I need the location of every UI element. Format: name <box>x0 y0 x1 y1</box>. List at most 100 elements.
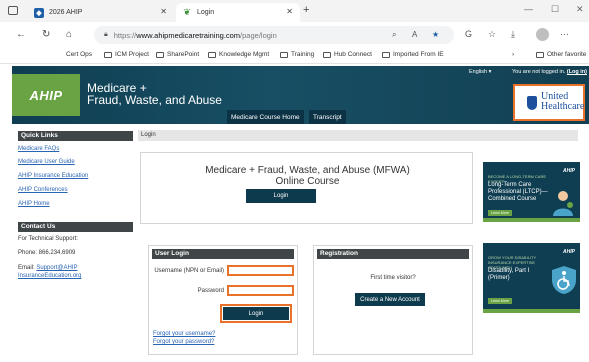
nav-medicare-course-home[interactable]: Medicare Course Home <box>227 110 304 124</box>
more-menu-icon[interactable]: ··· <box>560 29 569 39</box>
ad-disability-course[interactable]: AHIP GROW YOUR DISABILITY INSURANCE EXPE… <box>483 243 580 313</box>
united-healthcare-logo: United Healthcare <box>513 84 585 121</box>
browser-tab-strip: ◆ 2026 AHIP ✕ ❦ Login ✕ + — ☐ ✕ <box>0 0 589 22</box>
user-login-heading: User Login <box>152 249 294 259</box>
tab-2026-ahip[interactable]: ◆ 2026 AHIP ✕ <box>28 3 174 22</box>
tab-title: 2026 AHIP <box>49 9 83 16</box>
ad-headline: Long-Term Care Professional (LTCP)— Comb… <box>488 182 548 202</box>
forgot-username-link[interactable]: Forgot your username? <box>153 331 215 337</box>
close-tab-icon[interactable]: ✕ <box>160 7 167 16</box>
site-header: English ▾ You are not logged in. (Log in… <box>12 66 589 124</box>
course-title: Medicare + Fraud, Waste, and Abuse (MFWA… <box>205 165 410 187</box>
nav-transcript[interactable]: Transcript <box>309 110 346 124</box>
quick-links-heading: Quick Links <box>18 131 133 141</box>
support-email: Email: Support@AHIP <box>18 265 78 271</box>
ad-brand: AHIP <box>563 168 575 174</box>
support-email-link-2[interactable]: InsuranceEducation.org <box>18 273 81 279</box>
home-icon[interactable]: ⌂ <box>66 29 72 40</box>
bookmark-imported-from-ie[interactable]: Imported From IE <box>382 51 444 58</box>
copilot-icon[interactable]: G <box>465 29 472 39</box>
tab-title: Login <box>197 9 215 16</box>
minimize-icon[interactable]: — <box>524 4 533 14</box>
close-window-icon[interactable]: ✕ <box>576 4 584 15</box>
forgot-password-link[interactable]: Forgot your password? <box>153 339 214 345</box>
link-ahip-home[interactable]: AHIP Home <box>18 201 50 207</box>
create-account-button[interactable]: Create a New Account <box>355 293 425 306</box>
username-label: Username (NPN or Email) <box>154 268 224 274</box>
bookmark-other-favorites[interactable]: Other favorite <box>536 51 586 58</box>
site-title: Medicare + Fraud, Waste, and Abuse <box>87 81 222 107</box>
link-ahip-conferences[interactable]: AHIP Conferences <box>18 187 68 193</box>
logo-text: AHIP <box>29 87 63 103</box>
download-icon[interactable]: ⤓ <box>511 29 515 40</box>
read-aloud-icon[interactable]: A <box>412 30 417 39</box>
bookmark-knowledge-mgmt[interactable]: Knowledge Mgmt <box>208 51 269 58</box>
bookmark-hub-connect[interactable]: Hub Connect <box>323 51 372 58</box>
url-path: /page/login <box>240 30 277 40</box>
shield-icon <box>527 96 537 110</box>
favorites-icon[interactable]: ☆ <box>488 29 496 40</box>
breadcrumb: Login <box>138 130 578 141</box>
ad-brand: AHIP <box>563 249 575 255</box>
tab-actions-icon[interactable] <box>8 6 18 15</box>
support-phone: Phone: 866.234.6909 <box>18 250 76 256</box>
close-tab-icon[interactable]: ✕ <box>286 7 293 16</box>
bookmark-cert-ops[interactable]: Cert Ops <box>66 51 92 58</box>
browser-toolbar: ← ↻ ⌂ 🔒︎ https://www.ahipmedicaretrainin… <box>0 22 589 48</box>
folder-icon <box>280 51 288 58</box>
link-ahip-insurance-education[interactable]: AHIP Insurance Education <box>18 173 88 179</box>
address-bar[interactable]: 🔒︎ https://www.ahipmedicaretraining.com /… <box>94 26 454 44</box>
ahip-logo[interactable]: AHIP <box>12 74 80 116</box>
language-selector[interactable]: English ▾ <box>469 69 491 75</box>
ad-headline: Disability, Part I (Primer) <box>488 268 530 281</box>
bookmarks-bar: Cert Ops ICM Project SharePoint Knowledg… <box>0 48 589 64</box>
new-tab-icon[interactable]: + <box>303 4 309 16</box>
ad-accent-bar <box>483 218 580 222</box>
accessibility-shield-icon <box>552 266 576 294</box>
ad-learn-more-button[interactable]: Learn More <box>488 298 512 304</box>
bookmarks-overflow-icon[interactable]: › <box>512 51 514 58</box>
folder-icon <box>382 51 390 58</box>
profile-avatar[interactable] <box>536 28 549 41</box>
header-login-link[interactable]: (Log in) <box>567 69 587 75</box>
folder-icon <box>208 51 216 58</box>
bookmark-training[interactable]: Training <box>280 51 314 58</box>
support-email-line2: InsuranceEducation.org <box>18 273 81 279</box>
course-panel: Medicare + Fraud, Waste, and Abuse (MFWA… <box>140 152 473 224</box>
folder-icon <box>536 51 544 58</box>
maximize-icon[interactable]: ☐ <box>551 4 559 15</box>
bookmark-sharepoint[interactable]: SharePoint <box>156 51 199 58</box>
link-medicare-user-guide[interactable]: Medicare User Guide <box>18 159 75 165</box>
ahip-favicon-icon: ◆ <box>34 7 44 18</box>
link-medicare-faqs[interactable]: Medicare FAQs <box>18 146 59 152</box>
password-input[interactable] <box>227 285 294 296</box>
back-icon[interactable]: ← <box>16 29 26 40</box>
course-login-button[interactable]: Login <box>246 189 316 203</box>
nurse-illustration-icon <box>553 191 573 216</box>
folder-icon <box>156 51 164 58</box>
first-time-prompt: First time visitor? <box>370 275 416 281</box>
ad-ltcp-course[interactable]: AHIP BECOME A LONG-TERM CARE EXPERT Long… <box>483 162 580 222</box>
folder-icon <box>323 51 331 58</box>
url-protocol: https:// <box>113 30 137 40</box>
support-label: For Technical Support: <box>18 236 78 242</box>
favorite-star-icon[interactable]: ★ <box>432 30 439 39</box>
bookmark-icm-project[interactable]: ICM Project <box>104 51 149 58</box>
leaf-favicon-icon: ❦ <box>183 7 191 17</box>
ad-learn-more-button[interactable]: Learn More <box>488 210 512 216</box>
reload-icon[interactable]: ↻ <box>42 29 50 40</box>
lock-icon[interactable]: 🔒︎ <box>104 31 108 39</box>
support-email-link[interactable]: Support@AHIP <box>36 265 77 271</box>
login-button[interactable]: Login <box>223 307 289 320</box>
ad-accent-bar <box>483 309 580 313</box>
url-host: www.ahipmedicaretraining.com <box>136 30 241 40</box>
contact-us-heading: Contact Us <box>18 222 133 232</box>
registration-heading: Registration <box>317 249 469 259</box>
username-input[interactable] <box>227 265 294 276</box>
login-status: You are not logged in. (Log in) <box>512 69 588 75</box>
tab-login[interactable]: ❦ Login ✕ <box>176 3 300 22</box>
folder-icon <box>104 51 112 58</box>
password-label: Password <box>197 288 224 294</box>
zoom-icon[interactable]: ⌕ <box>392 30 396 40</box>
partner-name: United Healthcare <box>541 91 585 112</box>
